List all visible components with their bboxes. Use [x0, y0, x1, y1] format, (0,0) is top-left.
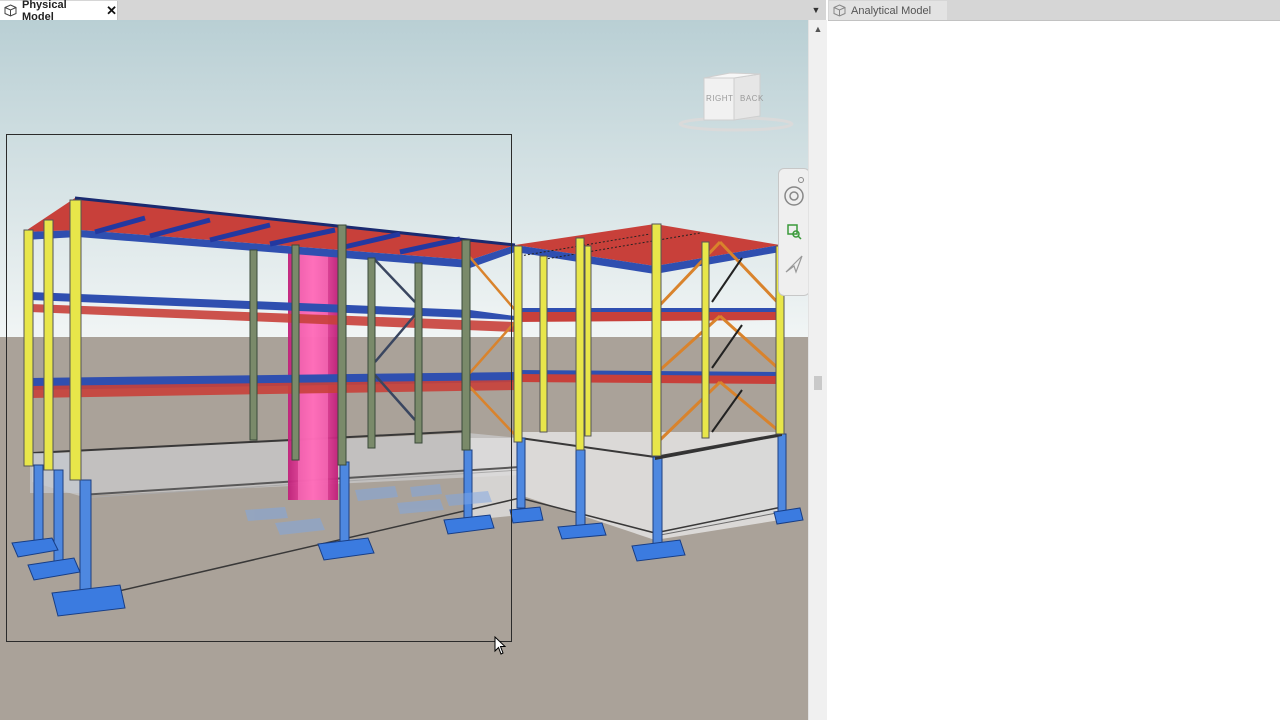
scroll-up-icon[interactable]: ▲ [809, 22, 827, 36]
mouse-cursor-icon [494, 635, 508, 656]
analytical-model-pane[interactable] [828, 21, 1280, 720]
model-cube-icon [833, 4, 846, 17]
tab-strip-left [0, 0, 826, 21]
tab-menu-dropdown-icon[interactable]: ▼ [810, 3, 822, 17]
tab-label: Analytical Model [851, 4, 932, 17]
vertical-scrollbar[interactable]: ▲ [808, 20, 827, 720]
navigation-wheel-icon[interactable] [783, 185, 805, 207]
physical-model-viewport[interactable]: RIGHT BACK [0, 20, 808, 720]
close-icon[interactable]: ✕ [106, 3, 117, 19]
navigation-bar [778, 168, 808, 296]
tab-analytical-model[interactable]: Analytical Model [829, 1, 947, 20]
zoom-region-icon[interactable] [783, 221, 805, 243]
tab-physical-model[interactable]: Physical Model ✕ [0, 0, 118, 23]
selection-rectangle [6, 134, 512, 642]
orbit-icon[interactable] [783, 253, 805, 275]
scroll-thumb[interactable] [814, 376, 822, 390]
viewcube-right-face[interactable]: RIGHT [706, 94, 733, 103]
viewcube[interactable]: RIGHT BACK [668, 68, 798, 138]
viewcube-back-face[interactable]: BACK [740, 94, 764, 103]
model-cube-icon [4, 4, 17, 17]
